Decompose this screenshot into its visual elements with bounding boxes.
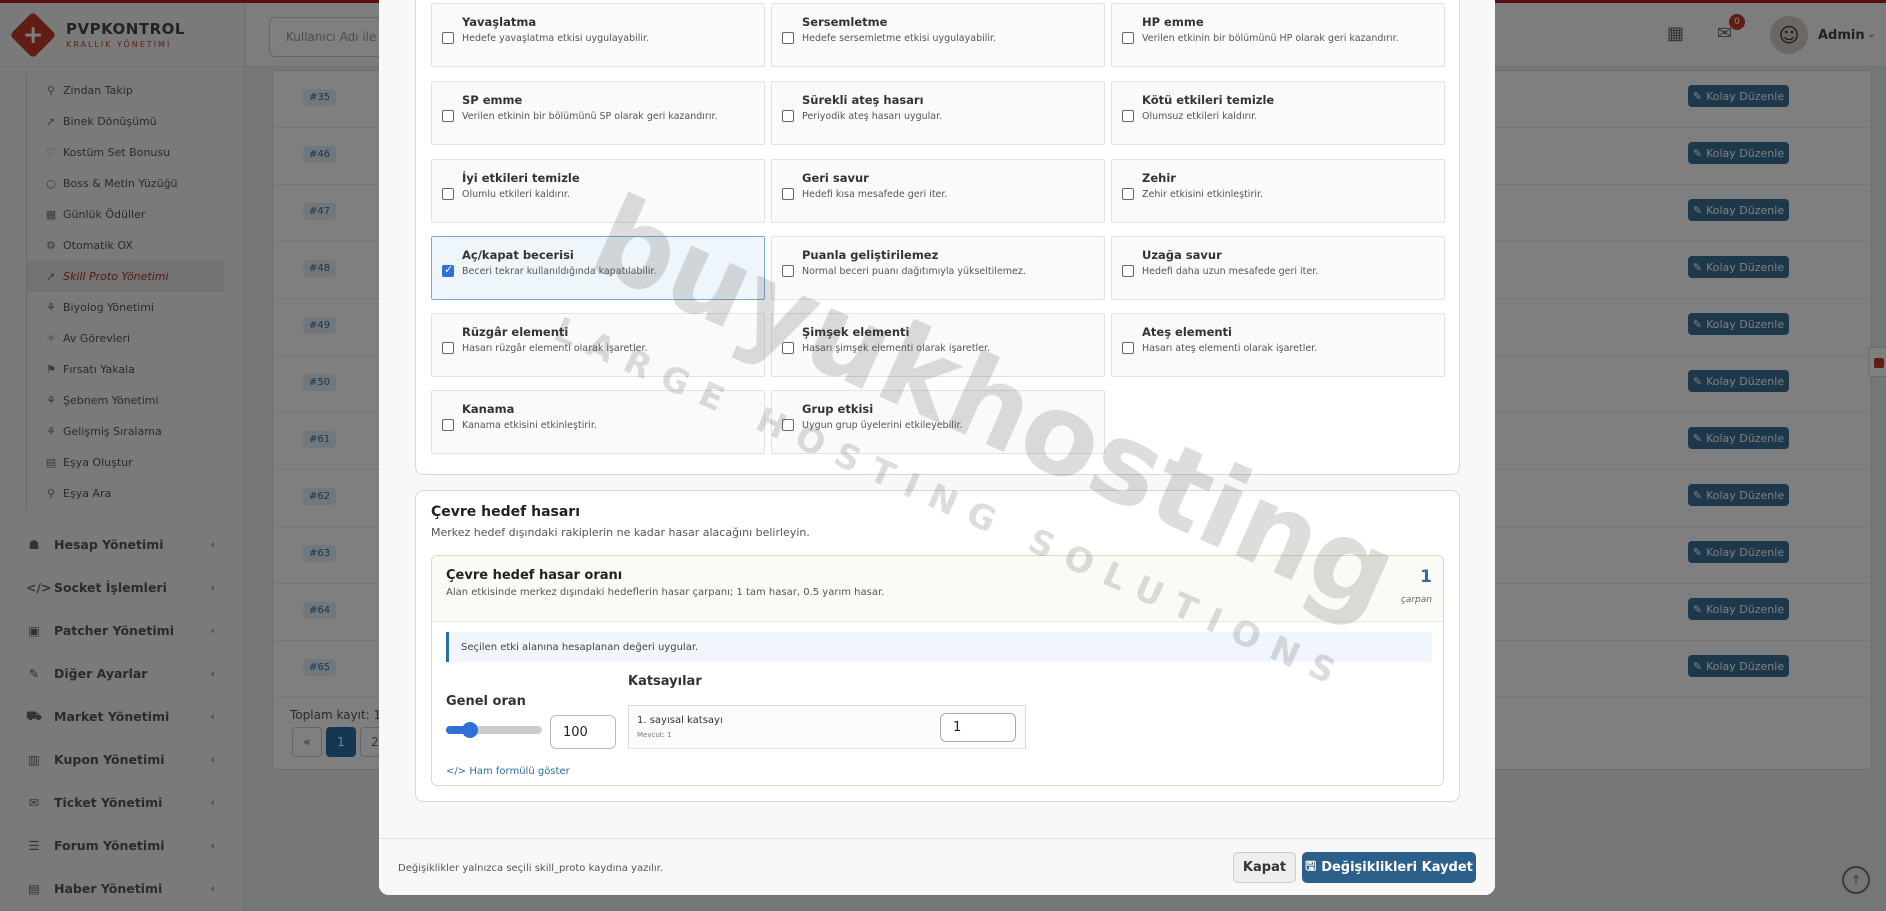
splash-value: 1 xyxy=(1420,567,1432,587)
flag-description: Hasarı rüzgâr elementi olarak işaretler. xyxy=(462,343,648,354)
flag-option[interactable]: Kanama Kanama etkisini etkinleştirir. xyxy=(431,390,765,454)
code-icon: </> xyxy=(446,766,467,777)
flag-title: İyi etkileri temizle xyxy=(462,171,580,185)
flag-checkbox[interactable] xyxy=(442,110,454,122)
flag-title: Şimşek elementi xyxy=(802,325,910,339)
flag-option[interactable]: SP emme Verilen etkinin bir bölümünü SP o… xyxy=(431,81,765,145)
save-icon: 🖫 xyxy=(1305,858,1317,874)
splash-unit: çarpan xyxy=(1400,595,1432,605)
flag-option[interactable]: Yavaşlatma Hedefe yavaşlatma etkisi uygul… xyxy=(431,3,765,67)
footer-note: Değişiklikler yalnızca seçili skill_prot… xyxy=(398,863,664,874)
modal-footer: Değişiklikler yalnızca seçili skill_prot… xyxy=(379,838,1495,895)
general-ratio-label: Genel oran xyxy=(446,694,526,709)
coefficient-row: 1. sayısal katsayı Mevcut: 1 1 xyxy=(628,705,1026,749)
flag-option[interactable]: Puanla geliştirilemez Normal beceri puanı… xyxy=(771,236,1105,300)
flag-title: Aç/kapat becerisi xyxy=(462,248,574,262)
flag-description: Hedefe sersemletme etkisi uygulayabilir. xyxy=(802,33,997,44)
flag-description: Normal beceri puanı dağıtımıyla yükselti… xyxy=(802,266,1026,277)
flag-checkbox[interactable] xyxy=(442,32,454,44)
coefficients-heading: Katsayılar xyxy=(628,674,702,689)
coefficient-current: Mevcut: 1 xyxy=(637,731,672,739)
flag-option[interactable]: Kötü etkileri temizle Olumsuz etkileri ka… xyxy=(1111,81,1445,145)
flag-option[interactable]: İyi etkileri temizle Olumlu etkileri kald… xyxy=(431,159,765,223)
flag-option[interactable]: Aç/kapat becerisi Beceri tekrar kullanıld… xyxy=(431,236,765,300)
slider-thumb[interactable] xyxy=(462,722,478,738)
flag-title: HP emme xyxy=(1142,15,1204,29)
save-button[interactable]: 🖫 Değişiklikleri Kaydet xyxy=(1302,852,1476,883)
flag-title: Ateş elementi xyxy=(1142,325,1232,339)
flag-title: Sürekli ateş hasarı xyxy=(802,93,924,107)
flag-title: Sersemletme xyxy=(802,15,888,29)
flag-checkbox[interactable] xyxy=(442,419,454,431)
flag-option[interactable]: Rüzgâr elementi Hasarı rüzgâr elementi ol… xyxy=(431,313,765,377)
flag-title: Zehir xyxy=(1142,171,1176,185)
flag-checkbox[interactable] xyxy=(1122,32,1134,44)
flag-description: Verilen etkinin bir bölümünü SP olarak g… xyxy=(462,111,718,122)
save-button-label: Değişiklikleri Kaydet xyxy=(1321,860,1473,875)
flag-checkbox[interactable] xyxy=(782,32,794,44)
flag-title: Yavaşlatma xyxy=(462,15,537,29)
flag-description: Hasarı ateş elementi olarak işaretler. xyxy=(1142,343,1318,354)
flag-description: Kanama etkisini etkinleştirir. xyxy=(462,420,597,431)
flag-title: SP emme xyxy=(462,93,523,107)
general-ratio-input[interactable]: 100 xyxy=(550,715,616,749)
flag-title: Grup etkisi xyxy=(802,402,874,416)
flag-option[interactable]: Zehir Zehir etkisini etkinleştirir. xyxy=(1111,159,1445,223)
flag-title: Uzağa savur xyxy=(1142,248,1222,262)
flag-title: Kanama xyxy=(462,402,515,416)
coefficient-name: 1. sayısal katsayı xyxy=(637,715,723,726)
flag-title: Geri savur xyxy=(802,171,869,185)
flag-description: Hedefi kısa mesafede geri iter. xyxy=(802,189,948,200)
close-button[interactable]: Kapat xyxy=(1233,852,1296,883)
flag-option[interactable]: Grup etkisi Uygun grup üyelerini etkileye… xyxy=(771,390,1105,454)
flag-description: Verilen etkinin bir bölümünü HP olarak g… xyxy=(1142,33,1399,44)
show-formula-label: Ham formülü göster xyxy=(469,766,570,777)
flag-title: Kötü etkileri temizle xyxy=(1142,93,1275,107)
flag-description: Uygun grup üyelerini etkileyebilir. xyxy=(802,420,963,431)
flag-option[interactable]: Uzağa savur Hedefi daha uzun mesafede ger… xyxy=(1111,236,1445,300)
flag-checkbox[interactable] xyxy=(442,342,454,354)
flag-option[interactable]: HP emme Verilen etkinin bir bölümünü HP o… xyxy=(1111,3,1445,67)
splash-card-header: Çevre hedef hasar oranı Alan etkisinde m… xyxy=(432,556,1443,622)
flag-title: Rüzgâr elementi xyxy=(462,325,569,339)
flag-checkbox[interactable] xyxy=(782,342,794,354)
info-note: Seçilen etki alanına hesaplanan değeri u… xyxy=(446,632,1432,662)
flag-description: Hedefi daha uzun mesafede geri iter. xyxy=(1142,266,1319,277)
splash-ratio-card: Çevre hedef hasar oranı Alan etkisinde m… xyxy=(431,555,1444,786)
splash-card-title: Çevre hedef hasar oranı xyxy=(446,568,623,583)
flag-option[interactable]: Sersemletme Hedefe sersemletme etkisi uyg… xyxy=(771,3,1105,67)
splash-card-description: Alan etkisinde merkez dışındaki hedefler… xyxy=(446,587,885,598)
flag-checkbox[interactable] xyxy=(782,419,794,431)
general-ratio-slider[interactable] xyxy=(446,722,542,738)
flag-checkbox[interactable] xyxy=(442,263,454,277)
flag-checkbox[interactable] xyxy=(1122,342,1134,354)
flag-description: Olumlu etkileri kaldırır. xyxy=(462,189,570,200)
flag-description: Periyodik ateş hasarı uygular. xyxy=(802,111,943,122)
flag-checkbox[interactable] xyxy=(1122,265,1134,277)
flag-description: Hasarı şimşek elementi olarak işaretler. xyxy=(802,343,991,354)
flag-description: Hedefe yavaşlatma etkisi uygulayabilir. xyxy=(462,33,650,44)
splash-section-subtitle: Merkez hedef dışındaki rakiplerin ne kad… xyxy=(431,526,810,539)
splash-section-title: Çevre hedef hasarı xyxy=(431,504,581,520)
flag-option[interactable]: Ateş elementi Hasarı ateş elementi olarak… xyxy=(1111,313,1445,377)
flag-option[interactable]: Sürekli ateş hasarı Periyodik ateş hasarı… xyxy=(771,81,1105,145)
coefficient-input[interactable]: 1 xyxy=(940,713,1016,742)
flag-checkbox[interactable] xyxy=(782,110,794,122)
flag-checkbox[interactable] xyxy=(782,265,794,277)
flag-checkbox[interactable] xyxy=(442,188,454,200)
flag-option[interactable]: Şimşek elementi Hasarı şimşek elementi ol… xyxy=(771,313,1105,377)
flag-checkbox[interactable] xyxy=(782,188,794,200)
flag-title: Puanla geliştirilemez xyxy=(802,248,939,262)
flag-checkbox[interactable] xyxy=(1122,110,1134,122)
show-formula-link[interactable]: </> Ham formülü göster xyxy=(446,766,570,777)
flag-checkbox[interactable] xyxy=(1122,188,1134,200)
flag-description: Zehir etkisini etkinleştirir. xyxy=(1142,189,1264,200)
flag-description: Beceri tekrar kullanıldığında kapatılabi… xyxy=(462,266,657,277)
flag-option[interactable]: Geri savur Hedefi kısa mesafede geri iter… xyxy=(771,159,1105,223)
flag-description: Olumsuz etkileri kaldırır. xyxy=(1142,111,1258,122)
